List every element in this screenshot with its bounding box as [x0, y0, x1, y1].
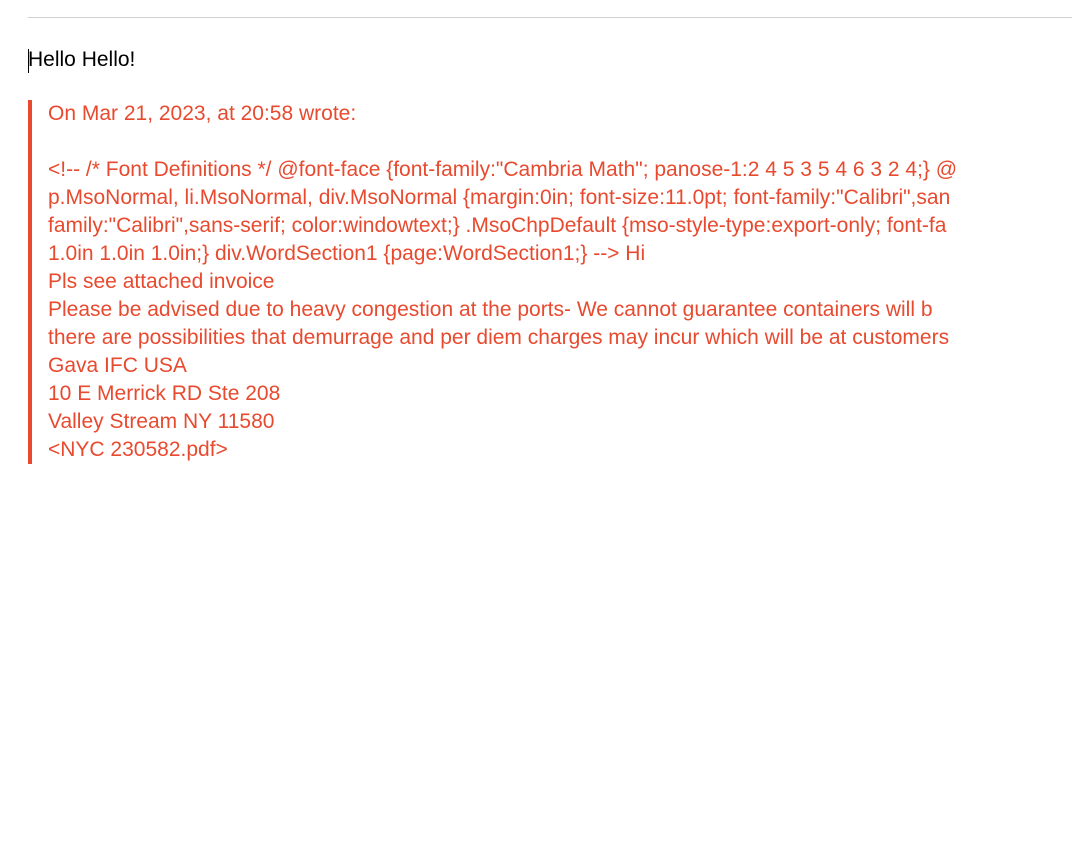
quote-body-line: Pls see attached invoice: [48, 268, 1044, 296]
greeting-label: Hello Hello!: [28, 48, 135, 71]
text-cursor: [28, 49, 29, 73]
greeting-text[interactable]: Hello Hello!: [28, 48, 1044, 72]
quote-header: On Mar 21, 2023, at 20:58 wrote:: [48, 100, 1044, 128]
quote-attachment-line: <NYC 230582.pdf>: [48, 436, 1044, 464]
quote-spacer: [48, 128, 1044, 156]
quote-body-line: 1.0in 1.0in 1.0in;} div.WordSection1 {pa…: [48, 240, 1044, 268]
quote-body-line: <!-- /* Font Definitions */ @font-face {…: [48, 156, 1044, 184]
email-body[interactable]: Hello Hello! On Mar 21, 2023, at 20:58 w…: [0, 18, 1072, 464]
quote-body-line: there are possibilities that demurrage a…: [48, 324, 1044, 352]
quote-body-line: family:"Calibri",sans-serif; color:windo…: [48, 212, 1044, 240]
quote-body-line: Valley Stream NY 11580: [48, 408, 1044, 436]
quote-body-line: Gava IFC USA: [48, 352, 1044, 380]
quote-body-line: p.MsoNormal, li.MsoNormal, div.MsoNormal…: [48, 184, 1044, 212]
quote-body-line: Please be advised due to heavy congestio…: [48, 296, 1044, 324]
quoted-email-block: On Mar 21, 2023, at 20:58 wrote: <!-- /*…: [28, 100, 1044, 464]
quote-body-line: 10 E Merrick RD Ste 208: [48, 380, 1044, 408]
